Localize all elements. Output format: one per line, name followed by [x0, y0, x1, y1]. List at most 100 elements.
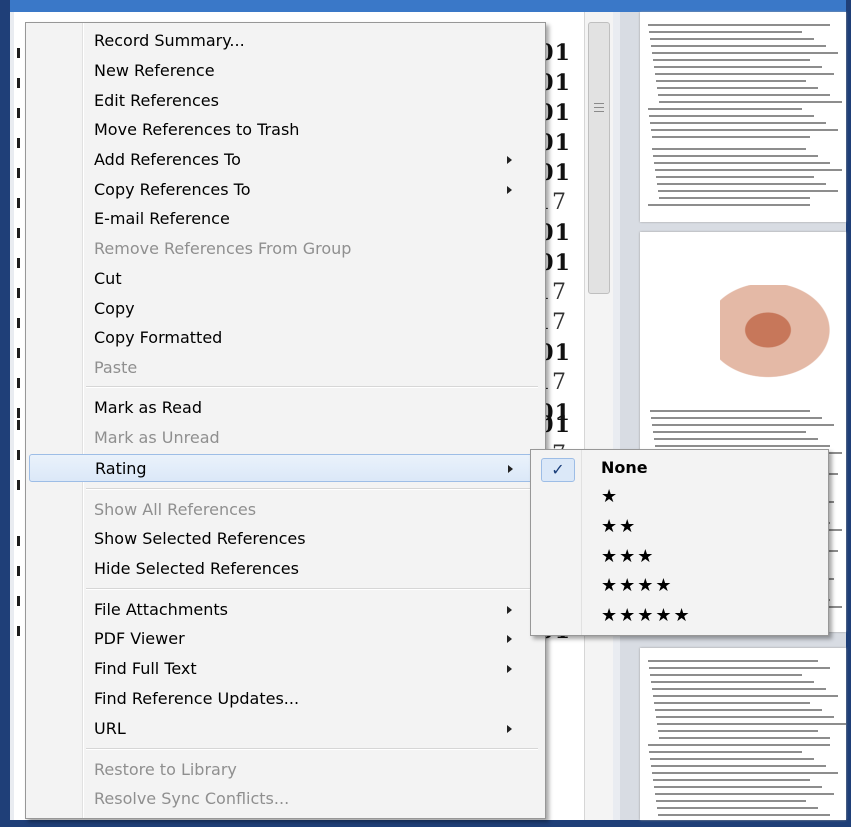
- pdf-text-line: [651, 45, 826, 47]
- pdf-text-line: [659, 101, 842, 103]
- menu-separator: [86, 748, 538, 750]
- pdf-text-line: [655, 445, 830, 447]
- pdf-text-line: [651, 681, 814, 683]
- menu-item-paste: Paste: [29, 354, 539, 382]
- menu-separator: [86, 488, 538, 490]
- submenu-arrow-icon: [507, 186, 512, 194]
- row-marker: [17, 258, 20, 268]
- menu-item-new-reference[interactable]: New Reference: [29, 57, 539, 85]
- row-marker: [17, 48, 20, 58]
- menu-item-label: Find Reference Updates...: [94, 689, 300, 708]
- pdf-text-line: [656, 176, 814, 178]
- pdf-text-line: [658, 730, 818, 732]
- menu-item-label: Edit References: [94, 91, 219, 110]
- menu-item-mark-as-unread: Mark as Unread: [29, 424, 539, 452]
- menu-item-label: Cut: [94, 269, 122, 288]
- pdf-text-line: [655, 793, 834, 795]
- scrollbar-grip-icon: [594, 103, 604, 115]
- menu-item-label: Remove References From Group: [94, 239, 352, 258]
- menu-item-find-full-text[interactable]: Find Full Text: [29, 655, 539, 683]
- row-marker: [17, 626, 20, 636]
- pdf-text-line: [656, 80, 806, 82]
- menu-item-add-references-to[interactable]: Add References To: [29, 146, 539, 174]
- pdf-text-line: [650, 410, 810, 412]
- menu-item-file-attachments[interactable]: File Attachments: [29, 596, 539, 624]
- rating-stars: ★★★: [601, 546, 656, 567]
- menu-item-record-summary[interactable]: Record Summary...: [29, 27, 539, 55]
- list-header-strip: [10, 0, 846, 12]
- submenu-arrow-icon: [508, 465, 513, 473]
- pdf-text-line: [654, 438, 818, 440]
- pdf-text-line: [658, 814, 830, 816]
- menu-item-label: Restore to Library: [94, 760, 237, 779]
- menu-item-copy-formatted[interactable]: Copy Formatted: [29, 324, 539, 352]
- menu-item-show-selected-references[interactable]: Show Selected References: [29, 525, 539, 553]
- pdf-text-line: [652, 424, 834, 426]
- pdf-text-line: [653, 155, 818, 157]
- pdf-text-line: [649, 115, 814, 117]
- pdf-text-line: [653, 779, 810, 781]
- menu-separator: [86, 386, 538, 388]
- rating-option-3-stars[interactable]: ★★★: [534, 543, 824, 571]
- submenu-arrow-icon: [507, 635, 512, 643]
- rating-stars: ★: [601, 486, 620, 507]
- menu-item-copy-references-to[interactable]: Copy References To: [29, 176, 539, 204]
- pdf-text-line: [653, 59, 810, 61]
- menu-item-remove-references-from-group: Remove References From Group: [29, 235, 539, 263]
- row-marker: [17, 318, 20, 328]
- submenu-arrow-icon: [507, 156, 512, 164]
- pdf-text-line: [650, 122, 826, 124]
- pdf-text-line: [657, 723, 846, 725]
- menu-item-label: Show Selected References: [94, 529, 306, 548]
- submenu-arrow-icon: [507, 665, 512, 673]
- rating-option-5-stars[interactable]: ★★★★★: [534, 602, 824, 630]
- menu-item-copy[interactable]: Copy: [29, 295, 539, 323]
- pdf-text-line: [656, 716, 834, 718]
- pdf-text-line: [650, 758, 814, 760]
- menu-item-label: Copy Formatted: [94, 328, 223, 347]
- menu-item-pdf-viewer[interactable]: PDF Viewer: [29, 625, 539, 653]
- rating-option-2-stars[interactable]: ★★: [534, 513, 824, 541]
- row-marker: [17, 536, 20, 546]
- menu-item-cut[interactable]: Cut: [29, 265, 539, 293]
- menu-item-mark-as-read[interactable]: Mark as Read: [29, 394, 539, 422]
- rating-stars: ★★★★: [601, 575, 674, 596]
- pdf-text-line: [657, 87, 818, 89]
- menu-item-edit-references[interactable]: Edit References: [29, 87, 539, 115]
- rating-submenu: None ✓ ★ ★★ ★★★ ★★★★ ★★★★★: [530, 449, 829, 636]
- row-marker: [17, 198, 20, 208]
- menu-item-label: Paste: [94, 358, 138, 377]
- row-marker: [17, 378, 20, 388]
- submenu-arrow-icon: [507, 606, 512, 614]
- pdf-text-line: [652, 688, 826, 690]
- menu-item-move-references-to-trash[interactable]: Move References to Trash: [29, 116, 539, 144]
- pdf-text-line: [649, 751, 802, 753]
- row-marker: [17, 450, 20, 460]
- menu-item-e-mail-reference[interactable]: E-mail Reference: [29, 205, 539, 233]
- menu-item-url[interactable]: URL: [29, 715, 539, 743]
- pdf-text-line: [654, 786, 822, 788]
- pdf-text-line: [657, 807, 818, 809]
- menu-item-rating[interactable]: Rating: [29, 454, 539, 482]
- row-marker: [17, 420, 20, 430]
- rating-option-1-stars[interactable]: ★: [534, 483, 824, 511]
- rating-option-label: None: [601, 458, 648, 477]
- menu-item-show-all-references: Show All References: [29, 496, 539, 524]
- pdf-text-line: [659, 737, 830, 739]
- pdf-text-line: [654, 702, 810, 704]
- menu-item-label: New Reference: [94, 61, 215, 80]
- menu-separator: [86, 588, 538, 590]
- menu-item-hide-selected-references[interactable]: Hide Selected References: [29, 555, 539, 583]
- scrollbar-thumb[interactable]: [588, 22, 610, 294]
- menu-item-label: PDF Viewer: [94, 629, 185, 648]
- row-marker: [17, 78, 20, 88]
- pdf-text-line: [648, 24, 830, 26]
- menu-item-find-reference-updates[interactable]: Find Reference Updates...: [29, 685, 539, 713]
- submenu-arrow-icon: [507, 725, 512, 733]
- menu-item-label: File Attachments: [94, 600, 228, 619]
- rating-option-none[interactable]: None ✓: [534, 454, 824, 482]
- row-marker: [17, 228, 20, 238]
- rating-option-4-stars[interactable]: ★★★★: [534, 572, 824, 600]
- pdf-text-line: [656, 800, 806, 802]
- row-marker: [17, 138, 20, 148]
